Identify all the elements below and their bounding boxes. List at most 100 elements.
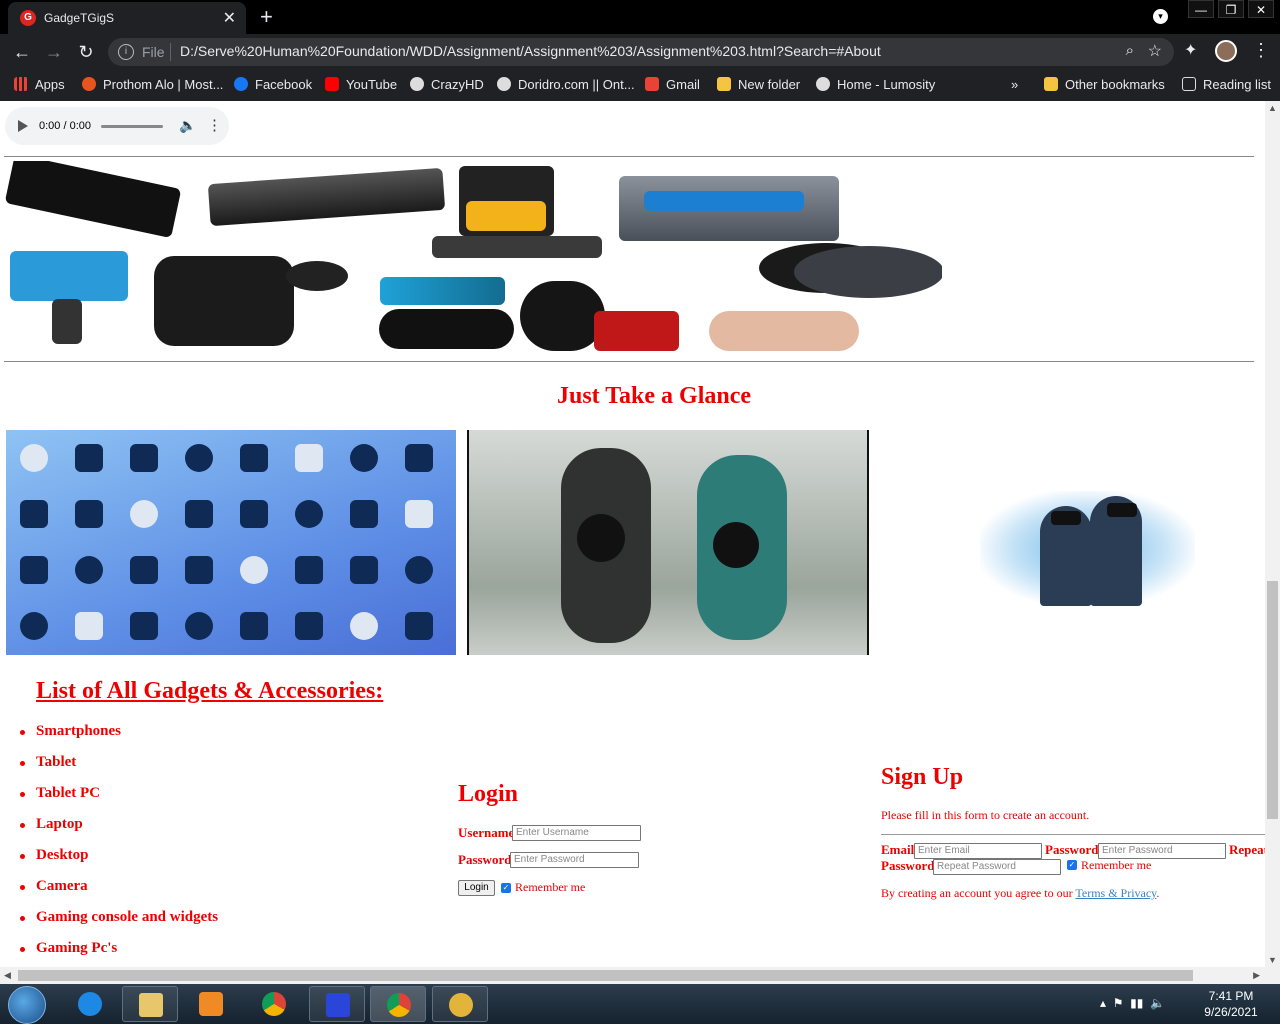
new-tab-button[interactable]: + xyxy=(260,4,273,30)
gadget-thumbnail xyxy=(185,444,213,472)
site-info-icon[interactable]: i xyxy=(118,44,134,60)
youtube-icon xyxy=(325,77,339,91)
active-tab[interactable]: G GadgeTGigS ✕ xyxy=(8,2,246,34)
vertical-scroll-thumb[interactable] xyxy=(1267,581,1278,819)
bookmark-gmail[interactable]: Gmail xyxy=(645,77,700,92)
start-button[interactable] xyxy=(8,986,46,1024)
scroll-down-icon[interactable]: ▼ xyxy=(1268,955,1277,965)
game-app-button[interactable] xyxy=(309,986,365,1022)
folder-icon xyxy=(717,77,731,91)
divider xyxy=(4,156,1254,157)
network-app-button[interactable] xyxy=(432,986,488,1022)
gadget-thumbnail xyxy=(20,612,48,640)
media-player-button[interactable] xyxy=(183,986,239,1022)
bookmark-youtube[interactable]: YouTube xyxy=(325,77,397,92)
chrome-active-button[interactable] xyxy=(370,986,426,1022)
game-app-icon xyxy=(326,993,350,1017)
glance-heading: Just Take a Glance xyxy=(556,383,752,409)
gadget-thumbnail xyxy=(350,612,378,640)
gadget-thumbnail xyxy=(130,556,158,584)
internet-explorer-button[interactable] xyxy=(62,986,118,1022)
file-explorer-button[interactable] xyxy=(122,986,178,1022)
extensions-puzzle-icon[interactable]: ✦ xyxy=(1184,40,1197,60)
scroll-left-icon[interactable]: ◀ xyxy=(4,970,11,981)
gadget-list-title: List of All Gadgets & Accessories: xyxy=(36,678,384,704)
remember-me-label: Remember me xyxy=(515,880,586,894)
bookmark-other[interactable]: Other bookmarks xyxy=(1044,77,1165,92)
login-button[interactable]: Login xyxy=(458,880,495,896)
minimize-button[interactable]: — xyxy=(1188,0,1214,18)
gadget-thumbnail xyxy=(350,500,378,528)
gadget-thumbnail xyxy=(350,444,378,472)
signup-remember-checkbox[interactable]: ✓ xyxy=(1067,860,1077,870)
signup-divider xyxy=(881,834,1265,835)
url-text[interactable]: D:/Serve%20Human%20Foundation/WDD/Assign… xyxy=(180,43,881,59)
bookmark-facebook[interactable]: Facebook xyxy=(234,77,312,92)
browser-menu-icon[interactable]: ⋮ xyxy=(1252,40,1270,61)
terms-text: By creating an account you agree to our … xyxy=(881,886,1160,900)
bookmark-crazyhd[interactable]: CrazyHD xyxy=(410,77,484,92)
system-tray[interactable]: ▴ ⚑ ▮▮ 🔈 xyxy=(1100,996,1165,1010)
username-label: Username xyxy=(458,825,515,840)
tab-strip: G GadgeTGigS ✕ + ▾ — ❐ ✕ xyxy=(0,0,1280,34)
scroll-up-icon[interactable]: ▲ xyxy=(1268,103,1277,113)
back-arrow-icon[interactable]: ← xyxy=(10,40,34,64)
more-options-icon[interactable]: ⋮ xyxy=(207,116,222,134)
vertical-scrollbar[interactable]: ▲ ▼ xyxy=(1265,101,1280,967)
play-icon[interactable] xyxy=(18,120,28,132)
chrome-pinned-button[interactable] xyxy=(246,986,302,1022)
username-input[interactable]: Enter Username xyxy=(512,825,641,841)
gadget-thumbnail xyxy=(75,556,103,584)
horizontal-scroll-thumb[interactable] xyxy=(18,970,1193,981)
repeat-password-input[interactable]: Repeat Password xyxy=(933,859,1061,875)
bookmark-apps[interactable]: Apps xyxy=(14,77,65,92)
zoom-icon[interactable]: ⌕ xyxy=(1126,42,1134,59)
password-input[interactable]: Enter Password xyxy=(510,852,639,868)
scroll-right-icon[interactable]: ▶ xyxy=(1253,970,1260,981)
web-page: 0:00 / 0:00 🔈 ⋮ Just Take a Glance List … xyxy=(0,101,1265,967)
site-favicon-icon: G xyxy=(20,10,36,26)
bookmark-lumosity[interactable]: Home - Lumosity xyxy=(816,77,935,92)
tab-close-icon[interactable]: ✕ xyxy=(223,8,236,28)
gadget-thumbnail xyxy=(75,444,103,472)
audio-progress-slider[interactable] xyxy=(101,125,163,128)
bookmark-doridro[interactable]: Doridro.com || Ont... xyxy=(497,77,635,92)
horizontal-scrollbar[interactable]: ◀ ▶ xyxy=(0,967,1280,984)
audio-player[interactable]: 0:00 / 0:00 🔈 ⋮ xyxy=(5,107,229,145)
remember-me-checkbox[interactable]: ✓ xyxy=(501,883,511,893)
gadget-thumbnail xyxy=(240,444,268,472)
restore-button[interactable]: ❐ xyxy=(1218,0,1244,18)
window-controls: — ❐ ✕ xyxy=(1188,0,1274,20)
gadgets-grid-image xyxy=(6,430,456,655)
omnibox-divider xyxy=(170,43,171,61)
bookmarks-overflow-button[interactable]: » xyxy=(1011,77,1018,92)
system-clock[interactable]: 7:41 PM 9/26/2021 xyxy=(1196,988,1266,1020)
signup-password-input[interactable]: Enter Password xyxy=(1098,843,1226,859)
terms-privacy-link[interactable]: Terms & Privacy xyxy=(1075,886,1156,900)
gadget-thumbnail xyxy=(130,444,158,472)
address-bar[interactable]: i File D:/Serve%20Human%20Foundation/WDD… xyxy=(108,38,1174,66)
email-label: Email xyxy=(881,842,915,857)
forward-arrow-icon[interactable]: → xyxy=(42,40,66,64)
gadget-thumbnail xyxy=(20,444,48,472)
bookmark-new-folder[interactable]: New folder xyxy=(717,77,800,92)
tab-search-icon[interactable]: ▾ xyxy=(1153,9,1168,24)
tab-title: GadgeTGigS xyxy=(44,11,115,25)
volume-icon[interactable]: 🔈 xyxy=(179,117,196,134)
bookmark-star-icon[interactable]: ☆ xyxy=(1148,41,1162,61)
gadget-thumbnail xyxy=(350,556,378,584)
gadget-thumbnail xyxy=(185,500,213,528)
gadget-thumbnail xyxy=(405,556,433,584)
gadget-thumbnail xyxy=(75,612,103,640)
folder-icon xyxy=(1044,77,1058,91)
gadget-thumbnail xyxy=(20,500,48,528)
bookmark-prothom-alo[interactable]: Prothom Alo | Most... xyxy=(82,77,223,92)
email-input[interactable]: Enter Email xyxy=(914,843,1042,859)
gadget-thumbnail xyxy=(240,500,268,528)
bookmark-reading-list[interactable]: Reading list xyxy=(1182,77,1271,92)
gadget-thumbnail xyxy=(20,556,48,584)
clock-time: 7:41 PM xyxy=(1208,989,1254,1003)
profile-avatar[interactable] xyxy=(1215,40,1237,62)
reload-icon[interactable]: ↻ xyxy=(74,40,98,64)
close-window-button[interactable]: ✕ xyxy=(1248,0,1274,18)
